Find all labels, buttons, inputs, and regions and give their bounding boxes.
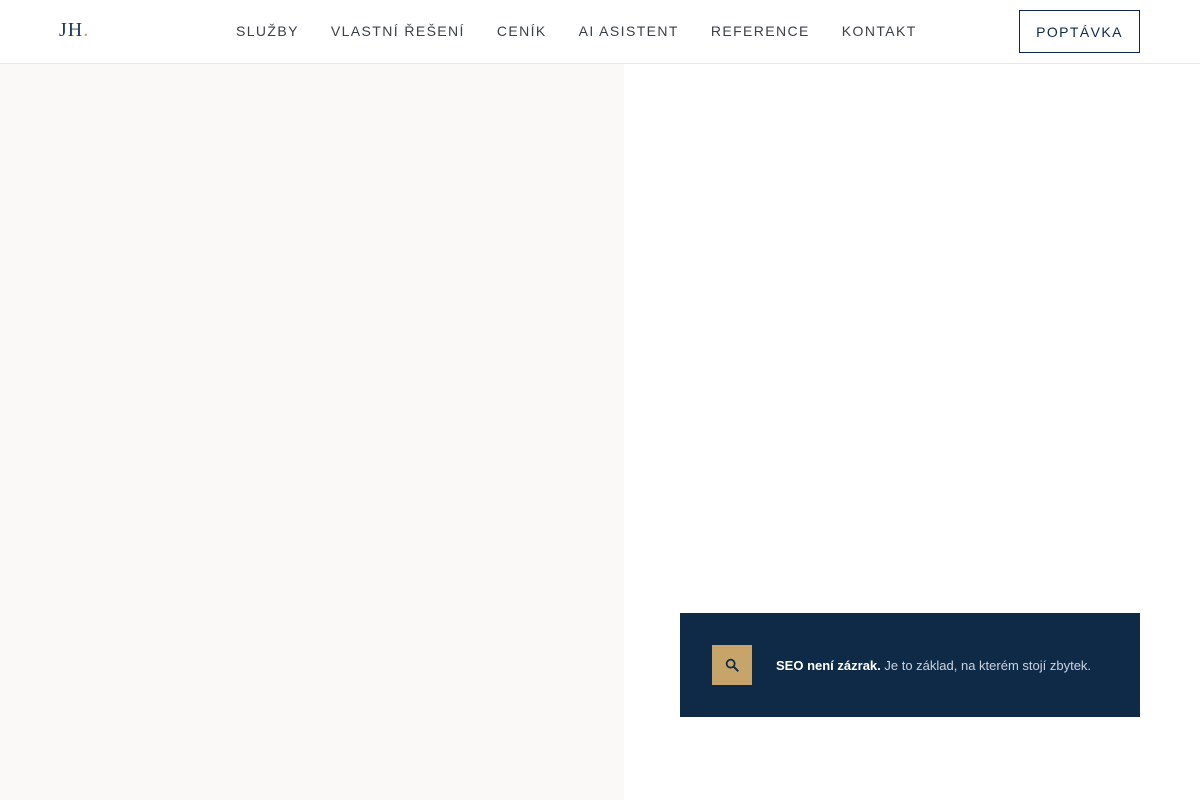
nav-item-reference[interactable]: REFERENCE xyxy=(711,23,810,39)
seo-card-text: SEO není zázrak. Je to základ, na kterém… xyxy=(776,658,1091,673)
nav-item-ai-asistent[interactable]: AI ASISTENT xyxy=(579,23,679,39)
search-icon xyxy=(712,645,752,685)
nav-item-cenik[interactable]: CENÍK xyxy=(497,23,547,39)
seo-card-headline: SEO není zázrak. xyxy=(776,657,881,673)
seo-card: SEO není zázrak. Je to základ, na kterém… xyxy=(680,613,1140,717)
seo-card-body: Je to základ, na kterém stojí zbytek. xyxy=(884,657,1092,673)
nav-item-vlastni-reseni[interactable]: VLASTNÍ ŘEŠENÍ xyxy=(331,23,465,39)
logo[interactable]: JH. xyxy=(59,19,89,42)
logo-text: JH xyxy=(59,19,84,41)
logo-dot: . xyxy=(83,19,90,41)
site-header: JH. SLUŽBY VLASTNÍ ŘEŠENÍ CENÍK AI ASIST… xyxy=(0,0,1200,64)
nav-item-sluzby[interactable]: SLUŽBY xyxy=(236,23,299,39)
search-icon-glyph xyxy=(725,658,739,672)
poptavka-button[interactable]: POPTÁVKA xyxy=(1019,10,1140,53)
nav-item-kontakt[interactable]: KONTAKT xyxy=(842,23,917,39)
hero-left-panel xyxy=(0,64,624,800)
main-nav: SLUŽBY VLASTNÍ ŘEŠENÍ CENÍK AI ASISTENT … xyxy=(236,23,917,39)
